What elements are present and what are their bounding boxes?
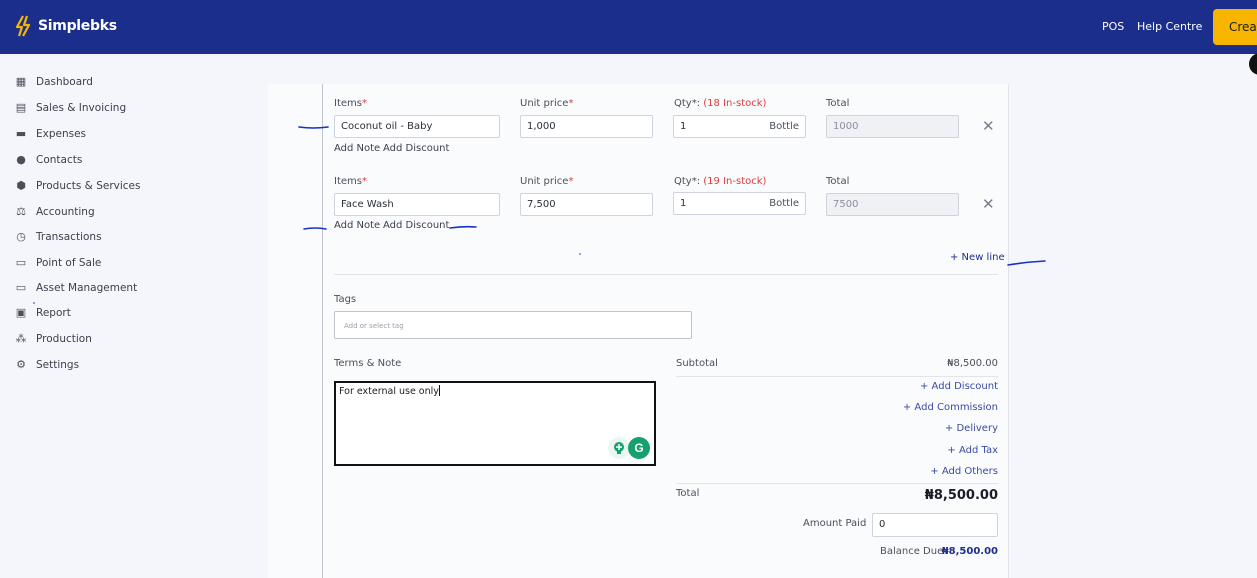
item-select-2[interactable]: Face Wash — [334, 193, 500, 216]
sidebar-item-label: Products & Services — [36, 180, 141, 192]
add-note-link-1[interactable]: Add Note — [334, 143, 380, 154]
document-icon: ▤ — [15, 101, 27, 114]
sidebar-item-label: Contacts — [36, 154, 83, 166]
add-discount-link-1[interactable]: Add Discount — [383, 143, 449, 154]
unit-price-input-2[interactable]: 7,500 — [520, 193, 653, 216]
unit-price-label-2: Unit price* — [520, 176, 574, 187]
sidebar-item-label: Point of Sale — [36, 257, 102, 269]
add-commission-button[interactable]: + Add Commission — [848, 402, 998, 413]
add-delivery-button[interactable]: + Delivery — [848, 423, 998, 434]
qty-input-2[interactable]: 1 Bottle — [673, 192, 806, 215]
text-caret — [438, 385, 440, 396]
amount-paid-label: Amount Paid — [803, 518, 867, 529]
unit-price-label-1: Unit price* — [520, 98, 574, 109]
dashboard-icon: ▦ — [15, 75, 27, 88]
remove-line-1-close-icon[interactable]: ✕ — [982, 117, 995, 135]
add-discount-link-2[interactable]: Add Discount — [383, 220, 449, 231]
sidebar-item-contacts[interactable]: ● Contacts — [15, 153, 83, 167]
actions-divider — [676, 483, 998, 484]
terms-label: Terms & Note — [334, 358, 402, 369]
grammarly-suggestion-icon[interactable] — [608, 437, 630, 459]
sidebar-item-label: Dashboard — [36, 76, 93, 88]
panel-border-right — [1008, 84, 1009, 578]
line-total-2: 7500 — [826, 193, 959, 216]
logo-icon — [15, 15, 31, 37]
remove-line-2-close-icon[interactable]: ✕ — [982, 195, 995, 213]
create-button-label: Creat — [1229, 20, 1257, 34]
sidebar-item-dashboard[interactable]: ▦ Dashboard — [15, 75, 93, 89]
add-note-link-2[interactable]: Add Note — [334, 220, 380, 231]
sidebar-item-point-of-sale[interactable]: ▭ Point of Sale — [15, 256, 102, 270]
gear-icon: ⚙ — [16, 358, 26, 371]
app-logo[interactable]: Simplebks — [14, 15, 117, 37]
sidebar-item-label: Accounting — [36, 206, 95, 218]
new-line-button[interactable]: + New line — [950, 252, 1005, 263]
sidebar-item-label: Transactions — [36, 231, 102, 243]
sidebar-item-label: Asset Management — [36, 282, 138, 294]
wallet-icon: ▬ — [15, 127, 27, 140]
sidebar-item-label: Report — [36, 307, 71, 319]
subtotal-value: ₦8,500.00 — [947, 358, 998, 369]
add-tax-button[interactable]: + Add Tax — [848, 445, 998, 456]
card-icon: ▭ — [15, 281, 27, 294]
sidebar-item-label: Expenses — [36, 128, 87, 140]
items-label-2: Items* — [334, 176, 367, 187]
qty-label-1: Qty*: (18 In-stock) — [674, 98, 767, 109]
lines-divider — [334, 274, 998, 275]
card-icon: ▭ — [15, 256, 27, 269]
sidebar-item-transactions[interactable]: ◷ Transactions — [15, 230, 102, 244]
sidebar-item-report[interactable]: ▣ Report — [15, 306, 71, 320]
avatar[interactable] — [1249, 53, 1257, 75]
sidebar-item-label: Settings — [36, 359, 80, 371]
pos-link[interactable]: POS — [1102, 20, 1124, 33]
tags-label: Tags — [334, 294, 357, 305]
sidebar-item-settings[interactable]: ⚙ Settings — [15, 358, 80, 372]
sidebar-item-asset-management[interactable]: ▭ Asset Management — [15, 281, 138, 295]
sidebar-item-sales-invoicing[interactable]: ▤ Sales & Invoicing — [15, 101, 127, 115]
total-value: ₦8,500.00 — [924, 488, 998, 503]
sidebar-item-production[interactable]: ⁂ Production — [15, 332, 92, 346]
sidebar-item-label: Production — [36, 333, 92, 345]
qty-label-2: Qty*: (19 In-stock) — [674, 176, 767, 187]
tags-input[interactable]: Add or select tag — [334, 311, 692, 339]
sidebar-item-accounting[interactable]: ⚖ Accounting — [15, 205, 95, 219]
total-label-2: Total — [826, 176, 850, 187]
sidebar-item-products-services[interactable]: ⬢ Products & Services — [15, 179, 141, 193]
subtotal-divider — [676, 376, 998, 377]
sidebar-item-expenses[interactable]: ▬ Expenses — [15, 127, 87, 141]
box-icon: ⬢ — [16, 179, 26, 192]
add-discount-button[interactable]: + Add Discount — [848, 381, 998, 392]
subtotal-label: Subtotal — [676, 358, 718, 369]
scale-icon: ⚖ — [16, 205, 26, 218]
person-icon: ● — [16, 153, 26, 166]
unit-price-input-1[interactable]: 1,000 — [520, 115, 653, 138]
app-name: Simplebks — [38, 18, 117, 34]
report-icon: ▣ — [15, 306, 27, 319]
amount-paid-input[interactable]: 0 — [872, 513, 998, 537]
help-centre-link[interactable]: Help Centre — [1137, 20, 1202, 33]
people-icon: ⁂ — [15, 332, 27, 345]
balance-due-value: ₦8,500.00 — [941, 546, 998, 557]
top-bar: Simplebks POS Help Centre Creat — [0, 0, 1257, 54]
panel-border-left — [322, 84, 323, 578]
item-select-1[interactable]: Coconut oil - Baby — [334, 115, 500, 138]
sidebar-item-label: Sales & Invoicing — [36, 102, 127, 114]
grammarly-icon[interactable]: G — [628, 437, 650, 459]
clock-icon: ◷ — [16, 230, 26, 243]
total-label: Total — [676, 488, 700, 499]
line-total-1: 1000 — [826, 115, 959, 138]
items-label-1: Items* — [334, 98, 367, 109]
total-label-1: Total — [826, 98, 850, 109]
create-button[interactable]: Creat — [1213, 9, 1257, 45]
qty-input-1[interactable]: 1 Bottle — [673, 115, 806, 138]
add-others-button[interactable]: + Add Others — [848, 466, 998, 477]
